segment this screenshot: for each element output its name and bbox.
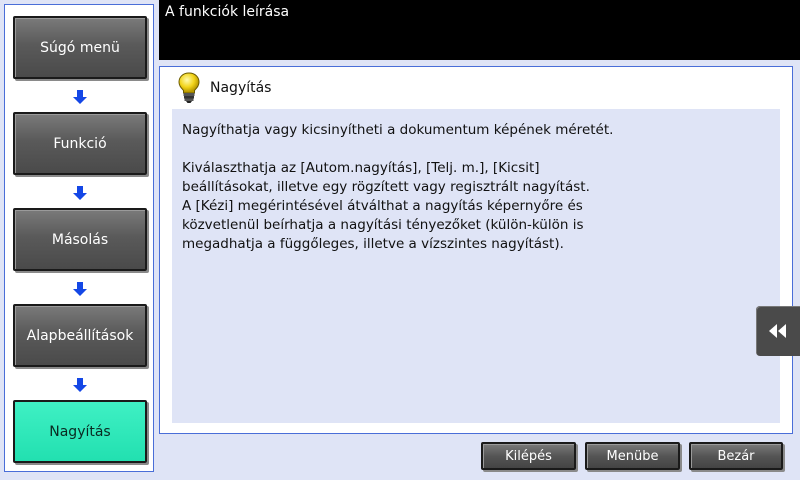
content-panel: Nagyítás Nagyíthatja vagy kicsinyítheti … (159, 66, 793, 434)
nav-function-button[interactable]: Funkció (13, 112, 147, 175)
description-line: A [Kézi] megérintésével átválthat a nagy… (182, 198, 583, 214)
description-line: Kiválaszthatja az [Autom.nagyítás], [Tel… (182, 160, 540, 176)
description-paragraph: Kiválaszthatja az [Autom.nagyítás], [Tel… (182, 159, 770, 254)
exit-button[interactable]: Kilépés (481, 442, 576, 470)
arrow-down-icon (73, 186, 87, 200)
description-line: közvetlenül beírhatja a nagyítási tényez… (182, 217, 584, 233)
side-panel-toggle-button[interactable] (756, 306, 800, 356)
content-header: Nagyítás (178, 71, 271, 105)
nav-zoom-button[interactable]: Nagyítás (13, 400, 147, 463)
arrow-down-icon (73, 282, 87, 296)
description-line: megadhatja a függőleges, illetve a vízsz… (182, 236, 564, 252)
arrow-down-icon (73, 90, 87, 104)
description-line: beállításokat, illetve egy rögzített vag… (182, 179, 590, 195)
description-text: Nagyíthatja vagy kicsinyítheti a dokumen… (172, 109, 780, 423)
nav-help-menu-button[interactable]: Súgó menü (13, 16, 147, 79)
title-bar: A funkciók leírása (159, 0, 800, 60)
content-title: Nagyítás (210, 80, 272, 96)
nav-copy-button[interactable]: Másolás (13, 208, 147, 271)
page-title: A funkciók leírása (165, 4, 290, 20)
arrow-down-icon (73, 378, 87, 392)
close-button[interactable]: Bezár (689, 442, 783, 470)
menu-button[interactable]: Menübe (585, 442, 680, 470)
help-navigation-panel: Súgó menü Funkció Másolás Alapbeállításo… (4, 4, 154, 472)
nav-basic-settings-button[interactable]: Alapbeállítások (13, 304, 147, 367)
double-chevron-left-icon (769, 324, 786, 338)
description-paragraph: Nagyíthatja vagy kicsinyítheti a dokumen… (182, 122, 614, 138)
lightbulb-icon (178, 72, 200, 103)
